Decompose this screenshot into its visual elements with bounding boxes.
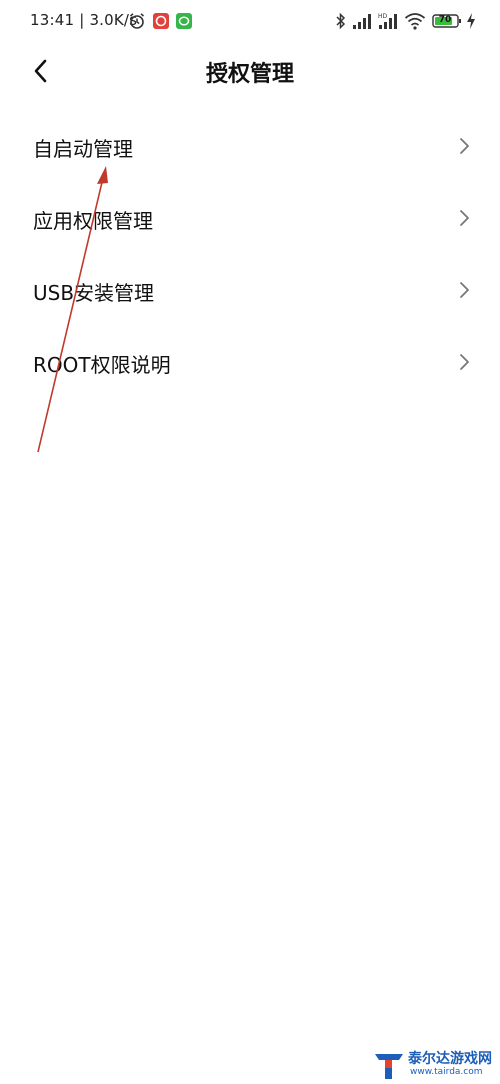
signal-strength-icon: [353, 14, 371, 29]
menu-item-auto-start[interactable]: 自启动管理: [0, 110, 500, 182]
chevron-right-icon: [460, 354, 469, 370]
watermark: 泰尔达游戏网 www.tairda.com: [370, 1046, 498, 1082]
header: 授权管理: [0, 42, 500, 104]
status-time: 13:41: [30, 11, 75, 29]
watermark-logo-icon: [375, 1054, 403, 1079]
menu-list: 自启动管理 应用权限管理 USB安装管理 ROOT权限说明: [0, 110, 500, 398]
menu-item-label: ROOT权限说明: [33, 353, 171, 377]
status-bar: 13:41 | 3.0K/s HD 70: [0, 0, 500, 42]
chevron-right-icon: [460, 282, 469, 298]
watermark-url: www.tairda.com: [410, 1067, 483, 1077]
battery-level: 70: [438, 15, 452, 25]
wechat-notification-icon: [176, 13, 192, 29]
wifi-icon: [404, 13, 426, 30]
menu-item-label: USB安装管理: [33, 281, 155, 305]
svg-text:HD: HD: [378, 13, 388, 20]
status-time-speed: 13:41 | 3.0K/s: [30, 11, 137, 29]
app-notification-icon: [153, 13, 169, 29]
alarm-icon: [129, 13, 145, 29]
bluetooth-icon: [336, 12, 346, 30]
menu-item-label: 自启动管理: [33, 137, 133, 161]
menu-item-app-permissions[interactable]: 应用权限管理: [0, 182, 500, 254]
hd-signal-icon: HD: [378, 13, 397, 29]
watermark-title: 泰尔达游戏网: [408, 1051, 492, 1067]
chevron-right-icon: [460, 138, 469, 154]
menu-item-label: 应用权限管理: [33, 209, 153, 233]
chevron-right-icon: [460, 210, 469, 226]
menu-item-usb-install[interactable]: USB安装管理: [0, 254, 500, 326]
menu-item-root-info[interactable]: ROOT权限说明: [0, 326, 500, 398]
charging-icon: [467, 13, 475, 29]
page-title: 授权管理: [205, 62, 294, 87]
status-separator: |: [74, 11, 90, 29]
